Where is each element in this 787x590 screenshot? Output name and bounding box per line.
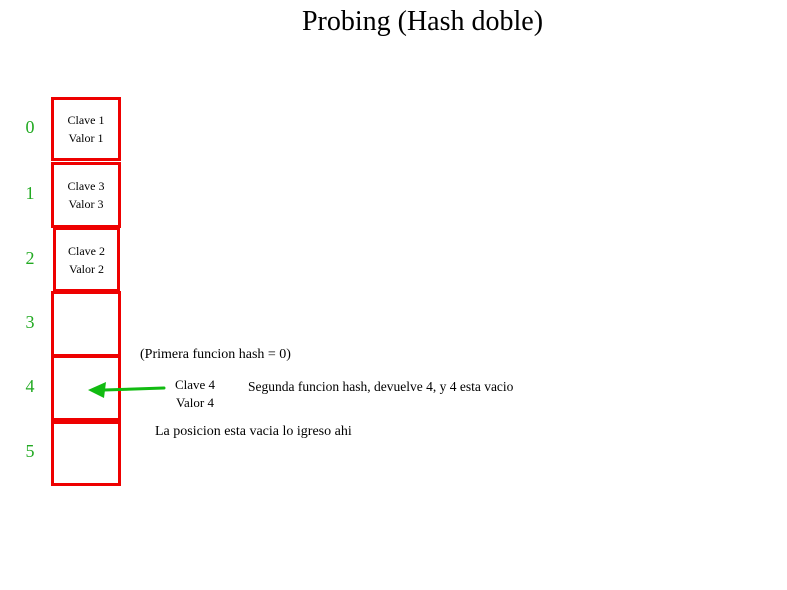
note-insert: La posicion esta vacia lo igreso ahi (155, 424, 352, 439)
new-entry-key: Clave 4 (174, 377, 216, 392)
note-first-hash: (Primera funcion hash = 0) (140, 347, 291, 362)
insert-arrow-icon (88, 382, 166, 398)
new-entry: Clave 4 Valor 4 (165, 376, 225, 412)
new-entry-value: Valor 4 (176, 395, 214, 410)
arrow-shaft (102, 386, 166, 392)
arrow-head (88, 382, 106, 398)
note-second-hash: Segunda funcion hash, devuelve 4, y 4 es… (248, 379, 514, 394)
